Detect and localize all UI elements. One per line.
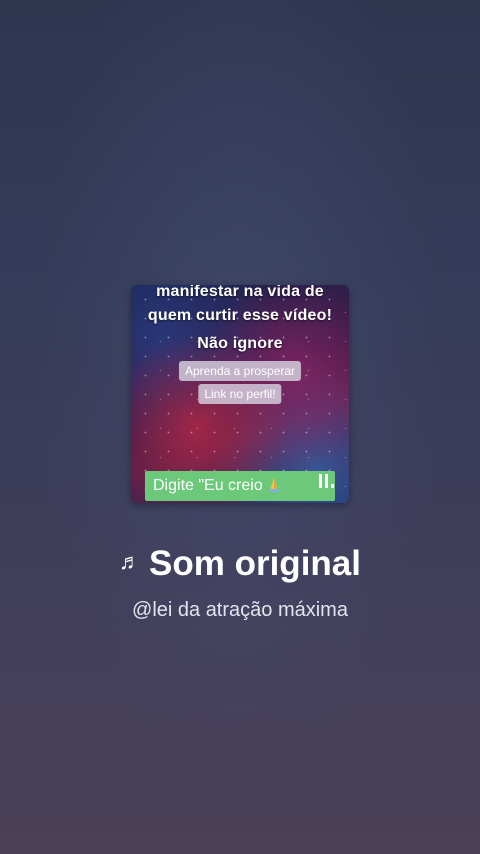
- thumbnail-caption-line-2: quem curtir esse vídeo!: [147, 307, 333, 324]
- thumbnail-cta-bar: Digite "Eu creio: [145, 471, 335, 501]
- pause-icon[interactable]: [318, 473, 336, 489]
- praying-hands-icon: [267, 473, 281, 492]
- music-note-icon: ♬: [119, 549, 142, 574]
- thumbnail-caption-line-3: Não ignore: [197, 335, 283, 352]
- thumbnail-caption-line-1: manifestar na vida de: [156, 285, 324, 300]
- sound-title-row[interactable]: ♬ Som original: [0, 544, 480, 584]
- thumbnail-pill-link: Link no perfil!: [198, 384, 282, 404]
- sound-author[interactable]: @lei da atração máxima: [0, 599, 480, 622]
- thumbnail-pill-prosperar: Aprenda a prosperar: [178, 361, 302, 381]
- thumbnail-cta-text: Digite "Eu creio: [153, 477, 268, 494]
- video-thumbnail[interactable]: manifestar na vida de quem curtir esse v…: [131, 285, 349, 503]
- sound-title: Som original: [149, 544, 361, 583]
